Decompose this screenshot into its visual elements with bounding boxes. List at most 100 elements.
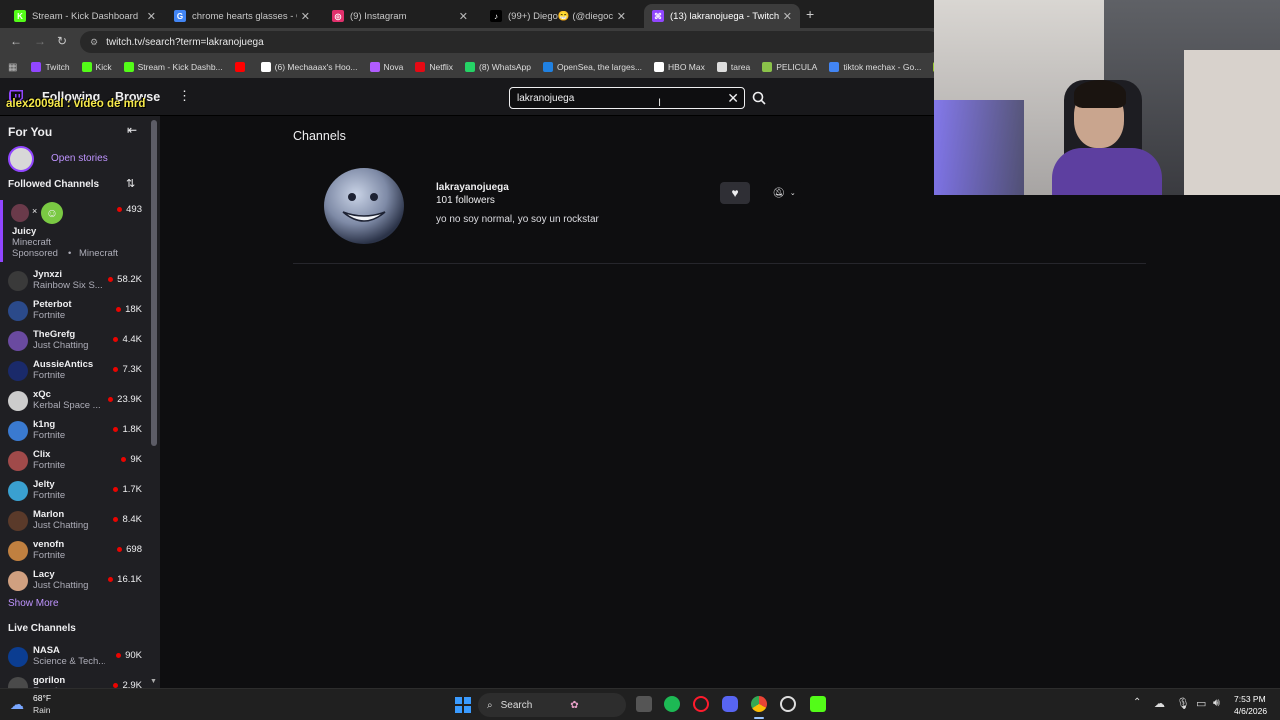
sidebar-channel-row[interactable]: gorilonFortnite2.9K — [0, 673, 150, 688]
sidebar-viewer-count: 4.4K — [113, 334, 142, 345]
notifications-button[interactable]: 🔕︎ ⌄ — [765, 182, 803, 204]
windows-start-icon[interactable] — [455, 697, 471, 713]
browser-tab[interactable]: K Stream - Kick Dashboard ✕ — [6, 4, 164, 28]
channel-avatar[interactable] — [321, 164, 407, 250]
more-options-icon[interactable]: ⋮ — [178, 88, 191, 104]
tab-title: (99+) Diego😁 (@diegoconalg — [508, 10, 613, 22]
sidebar-channel-row[interactable]: NASA Science & Tech... 90K — [0, 643, 150, 673]
bookmark-item[interactable]: Netflix — [415, 62, 453, 72]
sort-icon[interactable]: ⇅ — [126, 177, 135, 190]
display-icon[interactable]: ▭ — [1196, 697, 1206, 710]
close-tab-icon[interactable]: ✕ — [617, 10, 626, 23]
kick-icon[interactable] — [810, 696, 826, 712]
sidebar-channel-name: Jelty — [33, 479, 55, 490]
bookmark-item[interactable]: Kick — [81, 62, 112, 72]
for-you-heading: For You — [8, 125, 53, 139]
bookmark-item[interactable]: (6) Mechaaax's Hoo... — [260, 62, 358, 72]
sidebar-viewer-count: 90K — [116, 650, 142, 661]
sidebar-viewer-count: 1.7K — [113, 484, 142, 495]
follow-button[interactable]: ♥ — [720, 182, 750, 204]
search-input[interactable]: lakranojuega ✕ — [509, 87, 745, 109]
sidebar-channel-game: Fortnite — [33, 490, 66, 501]
bookmark-item[interactable]: HBO Max — [654, 62, 705, 72]
sidebar-channel-row[interactable]: Peterbot Fortnite 18K — [0, 297, 150, 327]
sidebar-channel-name: venofn — [33, 539, 65, 550]
weather-widget[interactable]: ☁ 68°F Rain — [10, 693, 70, 717]
bookmark-item[interactable]: tiktok mechax - Go... — [829, 62, 921, 72]
browser-tab[interactable]: ♪ (99+) Diego😁 (@diegoconalg ✕ — [482, 4, 634, 28]
sidebar-channel-game: Fortnite — [33, 370, 66, 381]
sidebar-channel-row[interactable]: Marlon Just Chatting 8.4K — [0, 507, 150, 537]
sidebar-viewer-count: 2.9K — [113, 680, 142, 688]
bookmark-favicon-icon — [260, 62, 271, 72]
sidebar-channel-row[interactable]: TheGrefg Just Chatting 4.4K — [0, 327, 150, 357]
windows-taskbar: ☁ 68°F Rain ⌕ Search ✿ ⌃ ☁ 🎙︎ ▭ 🔊︎ 7:53 … — [0, 688, 1280, 720]
network-icon[interactable]: ☁ — [1154, 697, 1165, 710]
chrome-icon[interactable] — [751, 696, 767, 712]
bookmark-item[interactable]: Stream - Kick Dashb... — [123, 62, 223, 72]
task-view-icon[interactable] — [636, 696, 652, 712]
app-icon[interactable] — [780, 696, 796, 712]
microphone-icon[interactable]: 🎙︎ — [1176, 697, 1190, 710]
sidebar-channel-row[interactable]: k1ng Fortnite 1.8K — [0, 417, 150, 447]
bookmark-item[interactable]: PELICULA — [762, 62, 817, 72]
stories-avatar — [8, 146, 34, 172]
opera-icon[interactable] — [693, 696, 709, 712]
clock-date[interactable]: 4/6/2026 — [1234, 706, 1267, 716]
forward-button[interactable]: → — [34, 34, 46, 48]
back-button[interactable]: ← — [10, 34, 22, 48]
apps-icon[interactable]: ▦ — [8, 62, 17, 73]
open-stories-button[interactable]: Open stories — [8, 146, 148, 172]
show-more-link[interactable]: Show More — [8, 598, 59, 609]
bookmark-item[interactable] — [234, 62, 249, 72]
clear-search-icon[interactable]: ✕ — [727, 90, 739, 107]
spotify-icon[interactable] — [664, 696, 680, 712]
taskbar-search[interactable]: ⌕ Search ✿ — [478, 693, 626, 717]
search-button[interactable] — [747, 87, 771, 109]
search-highlight-icon: ✿ — [570, 699, 579, 711]
bookmark-item[interactable]: (8) WhatsApp — [465, 62, 531, 72]
close-tab-icon[interactable]: ✕ — [147, 10, 156, 23]
sponsored-channel[interactable]: × ☺ 493 Juicy Minecraft Sponsored • Mine… — [0, 200, 150, 262]
browser-tab[interactable]: Gchrome hearts glasses - Google ✕ — [166, 4, 318, 28]
bookmark-item[interactable]: OpenSea, the larges... — [542, 62, 642, 72]
sidebar-channel-game: Just Chatting — [33, 340, 89, 351]
bookmark-item[interactable]: Nova — [369, 62, 403, 72]
collapse-sidebar-icon[interactable]: ⇤ — [127, 123, 137, 137]
show-hidden-icons[interactable]: ⌃ — [1133, 697, 1141, 708]
sidebar-scrollbar[interactable] — [151, 120, 157, 446]
live-dot-icon — [116, 653, 122, 658]
site-info-icon[interactable]: ⚙ — [90, 37, 98, 48]
bookmark-favicon-icon — [234, 62, 245, 72]
channel-avatar — [8, 421, 28, 441]
browser-tab[interactable]: ⌘ (13) lakranojuega - Twitch ✕ — [644, 4, 800, 28]
reload-button[interactable]: ↻ — [57, 34, 67, 48]
bookmark-item[interactable]: tarea — [716, 62, 750, 72]
channel-name[interactable]: lakrayanojuega — [436, 182, 509, 193]
bookmark-item[interactable]: Twitch — [31, 62, 70, 72]
bookmark-favicon-icon — [465, 62, 475, 72]
volume-icon[interactable]: 🔊︎ — [1213, 697, 1220, 710]
sidebar-channel-row[interactable]: xQc Kerbal Space ... 23.9K — [0, 387, 150, 417]
sidebar-channel-row[interactable]: Jelty Fortnite 1.7K — [0, 477, 150, 507]
bell-off-icon: 🔕︎ — [772, 187, 785, 199]
close-tab-icon[interactable]: ✕ — [301, 10, 310, 23]
sidebar-channel-name: Marlon — [33, 509, 65, 520]
sidebar-channel-name: NASA — [33, 645, 60, 656]
clock-time[interactable]: 7:53 PM — [1234, 694, 1266, 704]
address-bar[interactable]: ⚙ twitch.tv/search?term=lakranojuega — [80, 31, 940, 53]
discord-icon[interactable] — [722, 696, 738, 712]
sidebar-channel-row[interactable]: venofn Fortnite 698 — [0, 537, 150, 567]
scroll-down-arrow-icon[interactable]: ▼ — [150, 678, 157, 685]
sidebar-channel-row[interactable]: Jynxzi Rainbow Six S... 58.2K — [0, 267, 150, 297]
sponsor-separator: × — [32, 206, 38, 216]
browser-tab[interactable]: ◎ (9) Instagram ✕ — [324, 4, 476, 28]
sidebar-channel-row[interactable]: Clix Fortnite 9K — [0, 447, 150, 477]
close-tab-icon[interactable]: ✕ — [459, 10, 468, 23]
sidebar-channel-row[interactable]: AussieAntics Fortnite 7.3K — [0, 357, 150, 387]
new-tab-button[interactable]: + — [806, 6, 814, 22]
close-tab-icon[interactable]: ✕ — [783, 10, 792, 23]
sidebar-channel-row[interactable]: Lacy Just Chatting 16.1K — [0, 567, 150, 597]
sponsored-name: Juicy — [12, 226, 37, 237]
channel-avatar — [8, 391, 28, 411]
